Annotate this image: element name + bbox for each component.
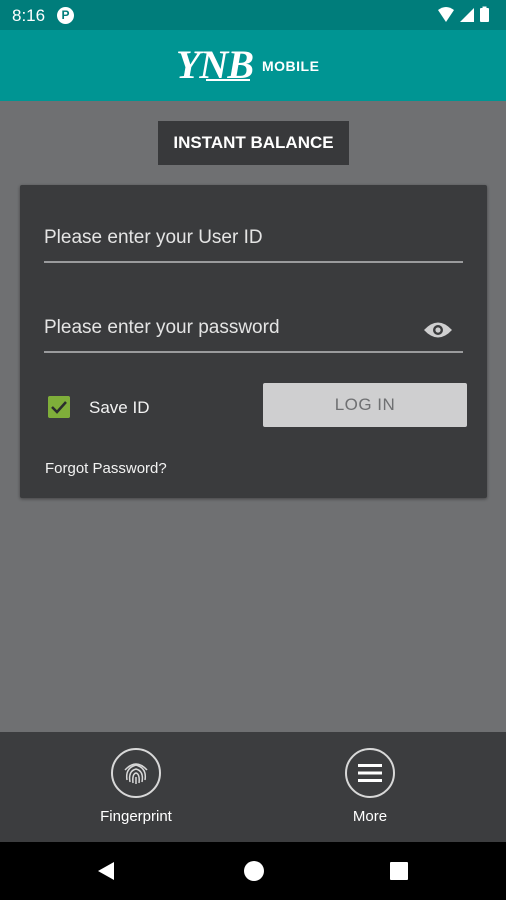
login-button[interactable]: LOG IN <box>263 383 467 427</box>
notification-p-icon: P <box>57 7 74 24</box>
signal-icon <box>460 8 474 22</box>
password-placeholder: Please enter your password <box>44 317 280 338</box>
fingerprint-icon <box>124 763 148 784</box>
tab-fingerprint-label: Fingerprint <box>100 808 172 825</box>
battery-icon <box>480 8 489 22</box>
back-triangle-icon[interactable] <box>96 861 116 881</box>
password-underline <box>44 351 463 353</box>
recent-square-icon[interactable] <box>390 862 408 880</box>
password-input[interactable]: Please enter your password <box>44 305 463 353</box>
user-id-placeholder: Please enter your User ID <box>44 227 263 248</box>
user-id-underline <box>44 261 463 263</box>
bottom-bar: Fingerprint More <box>0 732 506 842</box>
tab-fingerprint[interactable]: Fingerprint <box>66 732 206 842</box>
fingerprint-circle <box>111 748 161 798</box>
logo-underline <box>206 79 250 81</box>
status-time: 8:16 <box>12 6 46 25</box>
status-bar: 8:16 P <box>0 0 506 30</box>
save-id-label: Save ID <box>89 398 150 417</box>
more-circle <box>345 748 395 798</box>
instant-balance-button[interactable]: INSTANT BALANCE <box>158 121 349 165</box>
tab-more[interactable]: More <box>300 732 440 842</box>
status-icons <box>438 6 489 22</box>
nav-bar <box>0 842 506 900</box>
app-header: YNB MOBILE <box>0 30 506 101</box>
save-id-checkbox[interactable] <box>48 396 70 418</box>
eye-icon[interactable] <box>423 321 453 339</box>
menu-icon <box>358 764 382 782</box>
home-circle-icon[interactable] <box>244 861 264 881</box>
user-id-input[interactable]: Please enter your User ID <box>44 215 463 263</box>
tab-more-label: More <box>352 808 388 825</box>
wifi-icon <box>438 7 454 22</box>
login-card: Please enter your User ID Please enter y… <box>20 185 487 498</box>
ynb-logo: YNB MOBILE <box>176 43 336 87</box>
forgot-password-link[interactable]: Forgot Password? <box>45 460 167 477</box>
logo-suffix: MOBILE <box>262 58 320 74</box>
